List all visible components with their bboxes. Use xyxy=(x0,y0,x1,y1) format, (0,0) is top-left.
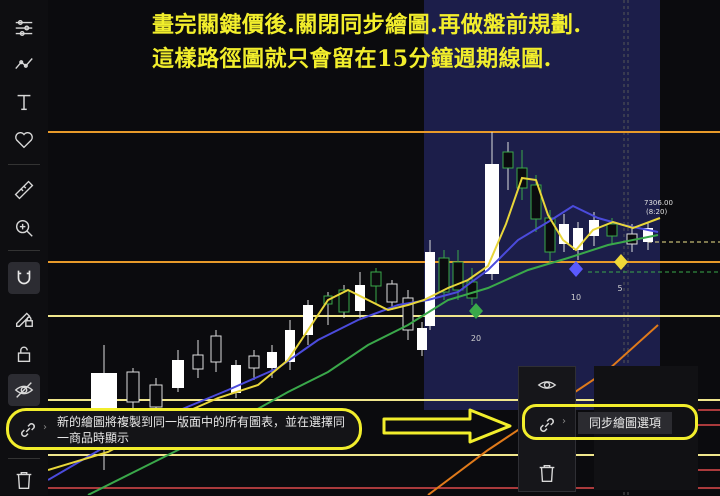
crosshair-lines-icon[interactable] xyxy=(8,12,40,44)
text-icon[interactable] xyxy=(8,86,40,118)
toolbar-divider xyxy=(8,458,40,459)
eye-hidden-icon[interactable] xyxy=(8,374,40,406)
candle xyxy=(438,257,450,293)
candle xyxy=(192,354,204,370)
candle xyxy=(502,151,514,169)
candle xyxy=(386,283,398,303)
heart-icon[interactable] xyxy=(8,124,40,156)
sync-drawing-tooltip: › 新的繪圖將複製到同一版面中的所有圖表，並在選擇同一商品時顯示 xyxy=(6,408,362,450)
candle xyxy=(126,371,140,403)
ruler-icon[interactable] xyxy=(8,174,40,206)
candle xyxy=(417,328,427,350)
candle xyxy=(172,360,184,388)
candle xyxy=(149,384,163,408)
candle xyxy=(210,335,222,363)
lock-pencil-icon[interactable] xyxy=(8,302,40,334)
marker-10-label: 10 xyxy=(571,293,581,302)
chevron-right-icon: › xyxy=(43,422,47,433)
candle xyxy=(267,352,277,368)
toolbar-divider xyxy=(8,250,40,251)
zoom-in-icon[interactable] xyxy=(8,212,40,244)
toolbar-divider xyxy=(8,164,40,165)
link-icon[interactable] xyxy=(17,419,39,441)
eye-icon[interactable] xyxy=(527,369,567,401)
candle xyxy=(606,223,618,237)
caption-line-1: 畫完關鍵價後.關閉同步繪圖.再做盤前規劃. xyxy=(152,12,582,38)
trend-line-icon[interactable] xyxy=(8,48,40,80)
highlight-ring xyxy=(522,404,698,440)
magnet-icon[interactable] xyxy=(8,262,40,294)
tooltip-text: 新的繪圖將複製到同一版面中的所有圖表，並在選擇同一商品時顯示 xyxy=(57,415,346,445)
lock-icon[interactable] xyxy=(8,338,40,370)
price-time-label: (8:20) xyxy=(646,208,667,216)
candle xyxy=(425,252,435,326)
caption-line-2: 這樣路徑圖就只會留在15分鐘週期線圖. xyxy=(152,46,552,72)
marker-5-label: 5 xyxy=(617,284,622,293)
candle xyxy=(248,355,260,369)
arrow-pointer xyxy=(382,408,512,444)
trash-icon[interactable] xyxy=(8,464,40,496)
marker-20-label: 20 xyxy=(471,334,481,343)
price-label: 7306.00 xyxy=(644,199,673,207)
caption-overlay: 畫完關鍵價後.關閉同步繪圖.再做盤前規劃. 這樣路徑圖就只會留在15分鐘週期線圖… xyxy=(152,8,581,76)
trash-icon[interactable] xyxy=(527,457,567,489)
candle xyxy=(370,271,382,287)
